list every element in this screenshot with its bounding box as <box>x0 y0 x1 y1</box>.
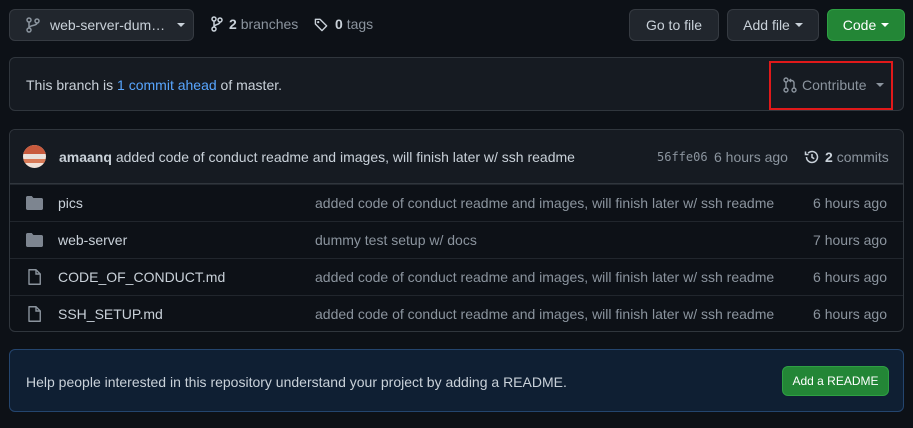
latest-commit-header: amaanq added code of conduct readme and … <box>10 130 903 184</box>
branch-status-prefix: This branch is <box>26 77 114 93</box>
go-to-file-label: Go to file <box>645 17 703 33</box>
add-file-label: Add file <box>743 17 790 33</box>
contribute-button[interactable]: Contribute <box>783 77 884 93</box>
file-icon <box>28 269 41 288</box>
tags-label: tags <box>346 16 374 32</box>
branch-status-suffix: of master. <box>220 77 283 93</box>
file-age: 7 hours ago <box>813 232 887 248</box>
file-age: 6 hours ago <box>813 269 887 285</box>
chevron-down-icon <box>794 23 803 27</box>
chevron-down-icon <box>875 83 884 87</box>
folder-icon <box>26 196 43 213</box>
add-readme-label: Add a README <box>792 374 879 388</box>
commits-history-link[interactable]: 2 commits <box>804 149 889 165</box>
commit-message[interactable]: added code of conduct readme and images,… <box>116 149 575 165</box>
tags-link[interactable]: 0 tags <box>314 16 373 32</box>
file-row[interactable]: CODE_OF_CONDUCT.md added code of conduct… <box>10 258 903 295</box>
file-name[interactable]: pics <box>58 195 83 211</box>
contribute-label: Contribute <box>802 77 867 93</box>
pull-request-icon <box>783 77 797 93</box>
tags-count: 0 <box>335 16 343 32</box>
go-to-file-button[interactable]: Go to file <box>629 9 719 41</box>
file-table: amaanq added code of conduct readme and … <box>9 129 904 332</box>
file-name[interactable]: CODE_OF_CONDUCT.md <box>58 269 225 285</box>
branch-status-text: This branch is 1 commit ahead of master. <box>26 77 282 93</box>
file-commit-message[interactable]: added code of conduct readme and images,… <box>315 269 774 285</box>
file-name[interactable]: web-server <box>58 232 127 248</box>
history-icon <box>804 149 820 165</box>
file-icon <box>28 306 41 325</box>
branch-selector-button[interactable]: web-server-dum… <box>9 9 194 41</box>
chevron-down-icon <box>881 23 890 27</box>
commit-summary: amaanq added code of conduct readme and … <box>59 149 575 165</box>
commit-sha[interactable]: 56ffe06 <box>657 150 708 164</box>
commits-count: 2 <box>825 149 833 165</box>
git-branch-icon <box>26 17 40 33</box>
file-age: 6 hours ago <box>813 195 887 211</box>
file-name[interactable]: SSH_SETUP.md <box>58 306 163 322</box>
commit-author[interactable]: amaanq <box>59 149 112 165</box>
branches-link[interactable]: 2 branches <box>211 16 298 32</box>
file-age: 6 hours ago <box>813 306 887 322</box>
file-row[interactable]: pics added code of conduct readme and im… <box>10 184 903 221</box>
code-label: Code <box>842 17 877 33</box>
folder-icon <box>26 233 43 250</box>
file-commit-message[interactable]: added code of conduct readme and images,… <box>315 306 774 322</box>
branch-name: web-server-dum… <box>50 17 166 33</box>
git-branch-icon <box>211 16 223 32</box>
branches-label: branches <box>240 16 299 32</box>
readme-prompt: Help people interested in this repositor… <box>9 349 904 412</box>
code-button[interactable]: Code <box>827 9 905 41</box>
file-commit-message[interactable]: dummy test setup w/ docs <box>315 232 477 248</box>
file-row[interactable]: SSH_SETUP.md added code of conduct readm… <box>10 295 903 331</box>
file-row[interactable]: web-server dummy test setup w/ docs 7 ho… <box>10 221 903 258</box>
branches-count: 2 <box>229 16 237 32</box>
add-file-button[interactable]: Add file <box>727 9 819 41</box>
tag-icon <box>314 17 329 32</box>
avatar[interactable] <box>23 145 46 168</box>
commits-label: commits <box>836 149 889 165</box>
readme-prompt-text: Help people interested in this repositor… <box>26 374 567 390</box>
chevron-down-icon <box>177 23 186 27</box>
branch-status-bar: This branch is 1 commit ahead of master.… <box>9 57 904 111</box>
commit-time: 6 hours ago <box>714 149 788 165</box>
file-commit-message[interactable]: added code of conduct readme and images,… <box>315 195 774 211</box>
add-readme-button[interactable]: Add a README <box>782 366 889 396</box>
commits-ahead-link[interactable]: 1 commit ahead <box>117 77 217 93</box>
